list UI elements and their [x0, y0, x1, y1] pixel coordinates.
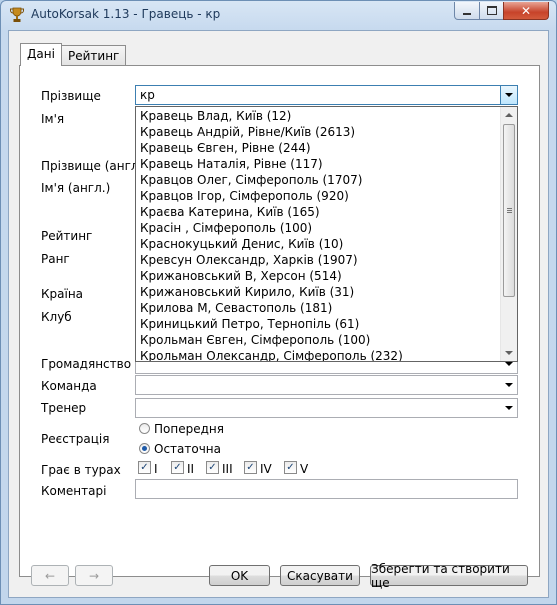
trophy-icon	[10, 7, 24, 22]
close-icon: ✕	[520, 3, 532, 18]
surname-combo[interactable]: кр	[135, 85, 518, 105]
list-item[interactable]: Крижановський Кирило, Київ (31)	[140, 285, 354, 299]
surname-label: Прізвище	[41, 89, 101, 103]
list-item[interactable]: Криницький Петро, Тернопіль (61)	[140, 317, 359, 331]
scrollbar-thumb[interactable]	[503, 124, 515, 297]
list-item[interactable]: Крольман Олександр, Сімферополь (232)	[140, 349, 403, 361]
registration-preliminary-label[interactable]: Попередня	[154, 422, 224, 436]
round-4-checkbox[interactable]: ✓	[244, 461, 257, 474]
list-item[interactable]: Краснокуцький Денис, Київ (10)	[140, 237, 343, 251]
list-item[interactable]: Крижановський В, Херсон (514)	[140, 269, 342, 283]
list-item[interactable]: Кравець Наталія, Рівне (117)	[140, 157, 323, 171]
coach-label: Тренер	[41, 401, 87, 415]
round-1-checkbox[interactable]: ✓	[138, 461, 151, 474]
tab-rating[interactable]: Рейтинг	[61, 45, 127, 65]
rank-label: Ранг	[41, 252, 70, 266]
scroll-down-icon[interactable]	[505, 351, 513, 355]
surname-en-label: Прізвище (англ.)	[41, 159, 148, 173]
comments-field[interactable]	[135, 479, 518, 499]
round-5-checkbox[interactable]: ✓	[284, 461, 297, 474]
list-item[interactable]: Красін , Сімферополь (100)	[140, 221, 312, 235]
minimize-icon	[463, 12, 471, 15]
round-2-checkbox[interactable]: ✓	[171, 461, 184, 474]
minimize-button[interactable]	[454, 2, 480, 20]
list-item[interactable]: Кравцов Олег, Сімферополь (1707)	[140, 173, 362, 187]
list-item[interactable]: Кравець Андрій, Рівне/Київ (2613)	[140, 125, 355, 139]
dropdown-scrollbar[interactable]	[500, 107, 517, 361]
club-label: Клуб	[41, 310, 72, 324]
round-3-checkbox[interactable]: ✓	[206, 461, 219, 474]
rounds-label: Грає в турах	[41, 463, 121, 477]
scroll-up-icon[interactable]	[505, 113, 513, 117]
list-item[interactable]: Краєва Катерина, Київ (165)	[140, 205, 320, 219]
chevron-down-icon	[505, 362, 513, 366]
surname-dropdown-list[interactable]: Кравець Влад, Київ (12) Кравець Андрій, …	[135, 106, 518, 362]
name-en-label: Ім'я (англ.)	[41, 181, 111, 195]
list-item[interactable]: Крольман Євген, Сімферополь (100)	[140, 333, 370, 347]
team-combo[interactable]	[135, 375, 518, 395]
close-button[interactable]: ✕	[503, 2, 549, 20]
citizenship-label: Громадянство	[41, 357, 132, 371]
registration-preliminary-radio[interactable]	[139, 423, 150, 434]
registration-final-radio[interactable]	[139, 443, 150, 454]
rating-label: Рейтинг	[41, 229, 93, 243]
country-label: Країна	[41, 287, 84, 301]
chevron-down-icon	[505, 383, 513, 387]
cancel-button[interactable]: Скасувати	[280, 565, 360, 586]
list-item[interactable]: Крилова М, Севастополь (181)	[140, 301, 332, 315]
surname-dropdown-button[interactable]	[500, 86, 517, 104]
forward-button[interactable]: →	[75, 565, 113, 586]
coach-combo[interactable]	[135, 398, 518, 418]
tab-data[interactable]: Дані	[20, 43, 62, 66]
round-4-label[interactable]: IV	[260, 462, 272, 476]
window-title: AutoKorsak 1.13 - Гравець - кр	[31, 7, 221, 21]
grip-icon	[507, 210, 512, 211]
team-label: Команда	[41, 379, 97, 393]
list-item[interactable]: Кревсун Олександр, Харків (1907)	[140, 253, 358, 267]
surname-input[interactable]: кр	[140, 88, 155, 102]
list-item[interactable]: Кравець Влад, Київ (12)	[140, 109, 291, 123]
comments-label: Коментарі	[41, 484, 107, 498]
maximize-icon	[486, 6, 497, 15]
tab-rating-label: Рейтинг	[68, 49, 120, 63]
chevron-down-icon	[505, 406, 513, 410]
list-item[interactable]: Кравцов Ігор, Сімферополь (920)	[140, 189, 349, 203]
round-2-label[interactable]: II	[187, 462, 194, 476]
tab-data-label: Дані	[27, 47, 55, 61]
maximize-button[interactable]	[479, 2, 504, 20]
name-label: Ім'я	[41, 112, 65, 126]
grip-icon	[507, 212, 512, 213]
chevron-down-icon	[505, 93, 513, 97]
round-5-label[interactable]: V	[300, 462, 308, 476]
title-bar[interactable]: AutoKorsak 1.13 - Гравець - кр ✕	[1, 1, 556, 29]
ok-button[interactable]: OK	[209, 565, 270, 586]
grip-icon	[507, 208, 512, 209]
round-1-label[interactable]: I	[154, 462, 158, 476]
registration-final-label[interactable]: Остаточна	[154, 442, 221, 456]
round-3-label[interactable]: III	[222, 462, 233, 476]
registration-label: Реєстрація	[41, 432, 110, 446]
back-button[interactable]: ←	[31, 565, 69, 586]
save-and-new-button[interactable]: Зберегти та створити ще	[370, 562, 528, 590]
app-window: AutoKorsak 1.13 - Гравець - кр ✕ Дані Ре…	[0, 0, 557, 605]
list-item[interactable]: Кравець Євген, Рівне (244)	[140, 141, 311, 155]
